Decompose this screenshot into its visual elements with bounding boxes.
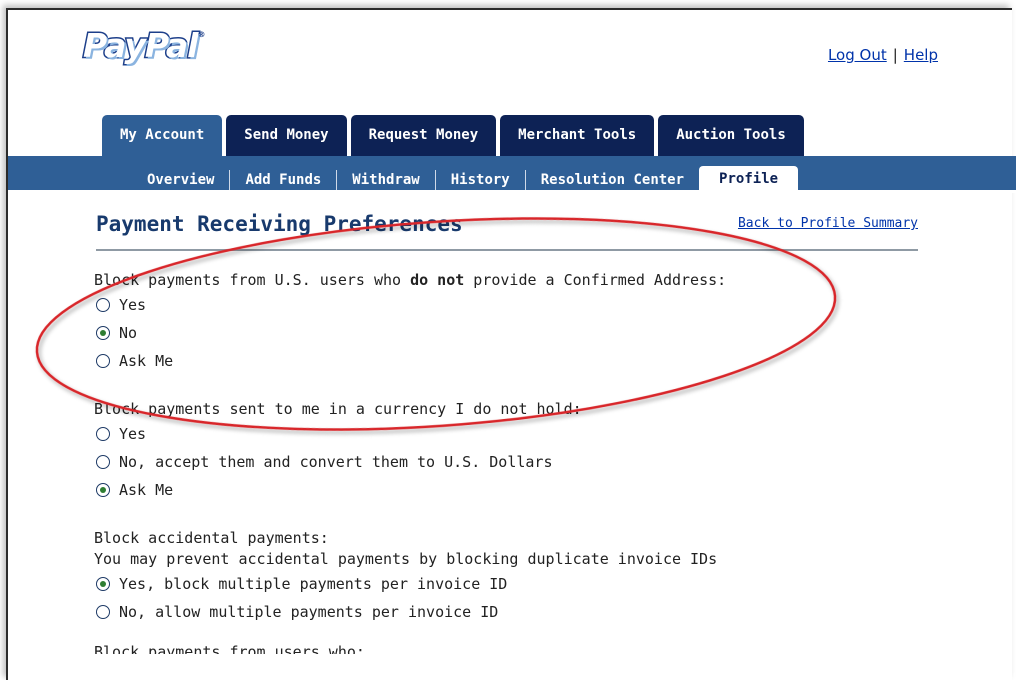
radio-option-allow-duplicates[interactable]: No, allow multiple payments per invoice … (96, 598, 994, 626)
registered-mark: ® (197, 30, 206, 39)
radio-label: Ask Me (119, 480, 174, 499)
page-title: Payment Receiving Preferences (96, 212, 463, 236)
radio-option-yes[interactable]: Yes (96, 420, 994, 448)
confirmed-address-question: Block payments from U.S. users who do no… (94, 270, 994, 291)
preferences-form: Block payments from U.S. users who do no… (94, 270, 994, 654)
radio-label: No (119, 323, 138, 342)
subnav-history[interactable]: History (434, 170, 525, 190)
tab-my-account[interactable]: My Account (102, 115, 223, 156)
radio-label: Yes (119, 295, 147, 314)
radio-button[interactable] (96, 427, 110, 441)
tab-send-money[interactable]: Send Money (226, 115, 347, 156)
tab-merchant-tools[interactable]: Merchant Tools (500, 115, 655, 156)
radio-option-ask-me[interactable]: Ask Me (96, 476, 994, 504)
confirmed-address-group: Block payments from U.S. users who do no… (94, 270, 994, 375)
top-links: Log Out | Help (828, 46, 938, 64)
radio-option-ask-me[interactable]: Ask Me (96, 347, 994, 375)
tab-auction-tools[interactable]: Auction Tools (658, 115, 804, 156)
logo-text: PayPal (82, 25, 200, 67)
subnav-resolution-center[interactable]: Resolution Center (524, 170, 699, 190)
question-emphasis: do not (410, 271, 465, 289)
radio-button-selected[interactable] (96, 577, 110, 591)
radio-label: Yes, block multiple payments per invoice… (119, 574, 508, 593)
subnav-overview[interactable]: Overview (132, 170, 229, 190)
question-text: Block payments from U.S. users who (94, 271, 411, 289)
radio-label: No, allow multiple payments per invoice … (119, 602, 499, 621)
accidental-payments-question: Block accidental payments: (94, 529, 329, 547)
radio-option-yes[interactable]: Yes (96, 291, 994, 319)
accidental-payments-group: Block accidental payments: You may preve… (94, 528, 994, 626)
subnav-add-funds[interactable]: Add Funds (229, 170, 336, 190)
back-to-profile-summary-link[interactable]: Back to Profile Summary (738, 216, 918, 231)
cut-off-question: Block payments from users who: (94, 642, 994, 654)
link-separator: | (892, 46, 898, 64)
subnav-withdraw[interactable]: Withdraw (336, 170, 434, 190)
radio-button[interactable] (96, 354, 110, 368)
main-tabs: My Account Send Money Request Money Merc… (102, 115, 808, 156)
radio-option-block-duplicates[interactable]: Yes, block multiple payments per invoice… (96, 570, 994, 598)
radio-option-no[interactable]: No (96, 319, 994, 347)
title-divider (96, 249, 918, 251)
radio-button[interactable] (96, 455, 110, 469)
partial-question-text: Block payments from users who: (94, 643, 365, 654)
question-text: provide a Confirmed Address: (464, 271, 727, 289)
logout-link[interactable]: Log Out (828, 46, 887, 64)
paypal-logo[interactable]: PayPal® (82, 25, 206, 67)
radio-label: No, accept them and convert them to U.S.… (119, 452, 553, 471)
accidental-payments-subtext: You may prevent accidental payments by b… (94, 550, 718, 568)
currency-group: Block payments sent to me in a currency … (94, 399, 994, 504)
radio-label: Ask Me (119, 351, 174, 370)
sub-navigation: Overview Add Funds Withdraw History Reso… (132, 166, 799, 192)
radio-button-selected[interactable] (96, 326, 110, 340)
help-link[interactable]: Help (904, 46, 938, 64)
tab-request-money[interactable]: Request Money (350, 115, 497, 156)
radio-label: Yes (119, 424, 147, 443)
subnav-profile[interactable]: Profile (699, 166, 799, 192)
radio-button[interactable] (96, 605, 110, 619)
radio-button-selected[interactable] (96, 483, 110, 497)
currency-question: Block payments sent to me in a currency … (94, 400, 582, 418)
radio-option-convert[interactable]: No, accept them and convert them to U.S.… (96, 448, 994, 476)
radio-button[interactable] (96, 298, 110, 312)
